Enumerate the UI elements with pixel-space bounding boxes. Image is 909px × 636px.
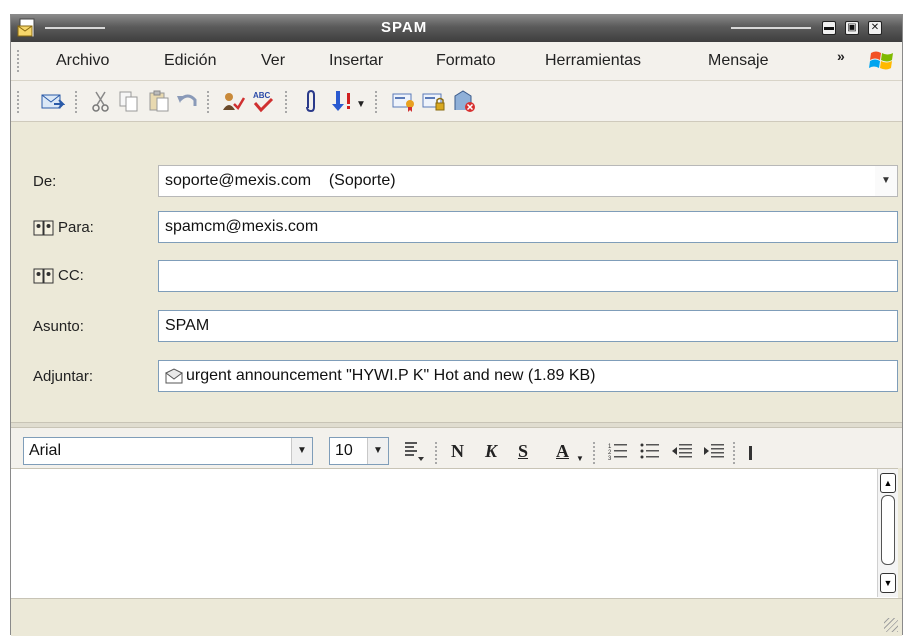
format-separator <box>733 442 736 464</box>
toolbar-overflow-handle[interactable] <box>749 446 752 460</box>
address-book-icon <box>33 220 54 236</box>
toolbar-separator <box>375 91 378 113</box>
font-color-button[interactable]: A <box>556 441 569 462</box>
increase-indent-icon[interactable] <box>703 441 725 461</box>
font-select[interactable]: Arial ▼ <box>23 437 313 465</box>
italic-button[interactable]: K <box>485 441 497 462</box>
to-label-button[interactable]: Para: <box>33 219 94 236</box>
compose-window: SPAM ▬ ▣ ✕ Archivo Edición Ver Insertar … <box>10 14 903 636</box>
menu-edicion[interactable]: Edición <box>164 52 216 70</box>
address-book-icon <box>33 268 54 284</box>
attachment-name[interactable]: urgent announcement "HYWI.P K" Hot and n… <box>186 367 596 384</box>
italic-label: K <box>485 441 498 461</box>
cut-icon[interactable] <box>88 88 114 114</box>
font-value: Arial <box>29 442 62 459</box>
priority-dropdown-arrow[interactable]: ▼ <box>356 99 366 110</box>
menu-grip[interactable] <box>17 50 22 72</box>
scroll-down-button[interactable]: ▼ <box>880 573 896 593</box>
underline-button[interactable]: S <box>518 441 528 462</box>
svg-text:3: 3 <box>608 456 612 461</box>
menu-mensaje[interactable]: Mensaje <box>708 52 768 70</box>
subject-field[interactable]: SPAM <box>158 310 898 342</box>
cc-label: CC: <box>58 267 84 284</box>
resize-grip-icon[interactable] <box>884 618 898 632</box>
attachment-field[interactable]: urgent announcement "HYWI.P K" Hot and n… <box>158 360 898 392</box>
toolbar-separator <box>75 91 78 113</box>
priority-icon[interactable] <box>328 88 354 114</box>
menu-insertar[interactable]: Insertar <box>329 52 383 70</box>
envelope-icon <box>165 368 183 384</box>
standard-toolbar: ABC ▼ <box>11 81 902 122</box>
font-size-select[interactable]: 10 ▼ <box>329 437 389 465</box>
menu-herramientas[interactable]: Herramientas <box>545 52 641 70</box>
bulleted-list-icon[interactable] <box>639 441 661 461</box>
send-icon[interactable] <box>39 88 65 114</box>
formatting-toolbar: Arial ▼ 10 ▼ N K S A ▼ 1 2 3 <box>11 428 902 468</box>
bold-button[interactable]: N <box>451 441 464 462</box>
toolbar-grip[interactable] <box>17 91 20 113</box>
menu-ver[interactable]: Ver <box>261 52 285 70</box>
status-bar <box>11 598 902 636</box>
vertical-scrollbar[interactable]: ▲ ▼ <box>877 469 898 597</box>
paste-icon[interactable] <box>146 88 172 114</box>
menu-bar: Archivo Edición Ver Insertar Formato Her… <box>11 42 902 81</box>
minimize-button[interactable]: ▬ <box>822 21 836 35</box>
title-decoration-right <box>731 27 811 29</box>
font-color-dropdown-arrow[interactable]: ▼ <box>576 454 584 463</box>
toolbar-separator <box>207 91 210 113</box>
scroll-thumb[interactable] <box>881 495 895 565</box>
maximize-button[interactable]: ▣ <box>845 21 859 35</box>
chevron-down-icon[interactable]: ▼ <box>875 166 897 196</box>
attach-label: Adjuntar: <box>33 368 94 385</box>
spelling-icon[interactable]: ABC <box>250 88 276 114</box>
close-button[interactable]: ✕ <box>868 21 882 35</box>
font-size-value: 10 <box>335 442 353 459</box>
undo-icon[interactable] <box>174 88 200 114</box>
chevron-down-icon[interactable]: ▼ <box>291 438 312 464</box>
new-message-icon <box>17 18 35 38</box>
chevron-down-icon[interactable]: ▼ <box>367 438 388 464</box>
offline-icon[interactable] <box>451 88 477 114</box>
format-separator <box>593 442 596 464</box>
menu-formato[interactable]: Formato <box>436 52 496 70</box>
cc-label-button[interactable]: CC: <box>33 267 84 284</box>
from-label: De: <box>33 173 57 190</box>
menu-archivo[interactable]: Archivo <box>56 52 109 70</box>
title-decoration-left <box>45 27 105 29</box>
sign-icon[interactable] <box>391 88 417 114</box>
attach-icon[interactable] <box>298 88 324 114</box>
svg-text:ABC: ABC <box>253 91 271 100</box>
subject-label: Asunto: <box>33 318 84 335</box>
cc-field[interactable] <box>158 260 898 292</box>
numbered-list-icon[interactable]: 1 2 3 <box>607 441 629 461</box>
to-label: Para: <box>58 219 94 236</box>
windows-logo-icon <box>869 51 893 70</box>
check-names-icon[interactable] <box>220 88 246 114</box>
from-value: soporte@mexis.com (Soporte) <box>165 172 396 189</box>
window-title: SPAM <box>381 19 428 36</box>
menu-overflow-chevron[interactable]: » <box>837 48 845 64</box>
toolbar-separator <box>285 91 288 113</box>
title-bar[interactable]: SPAM ▬ ▣ ✕ <box>11 14 902 42</box>
decrease-indent-icon[interactable] <box>671 441 693 461</box>
to-field[interactable]: spamcm@mexis.com <box>158 211 898 243</box>
paragraph-style-icon[interactable] <box>403 440 425 462</box>
encrypt-icon[interactable] <box>421 88 447 114</box>
from-select[interactable]: soporte@mexis.com (Soporte) ▼ <box>158 165 898 197</box>
scroll-up-button[interactable]: ▲ <box>880 473 896 493</box>
message-body-editor[interactable]: ▲ ▼ <box>11 468 898 598</box>
format-separator <box>435 442 438 464</box>
copy-icon[interactable] <box>116 88 142 114</box>
